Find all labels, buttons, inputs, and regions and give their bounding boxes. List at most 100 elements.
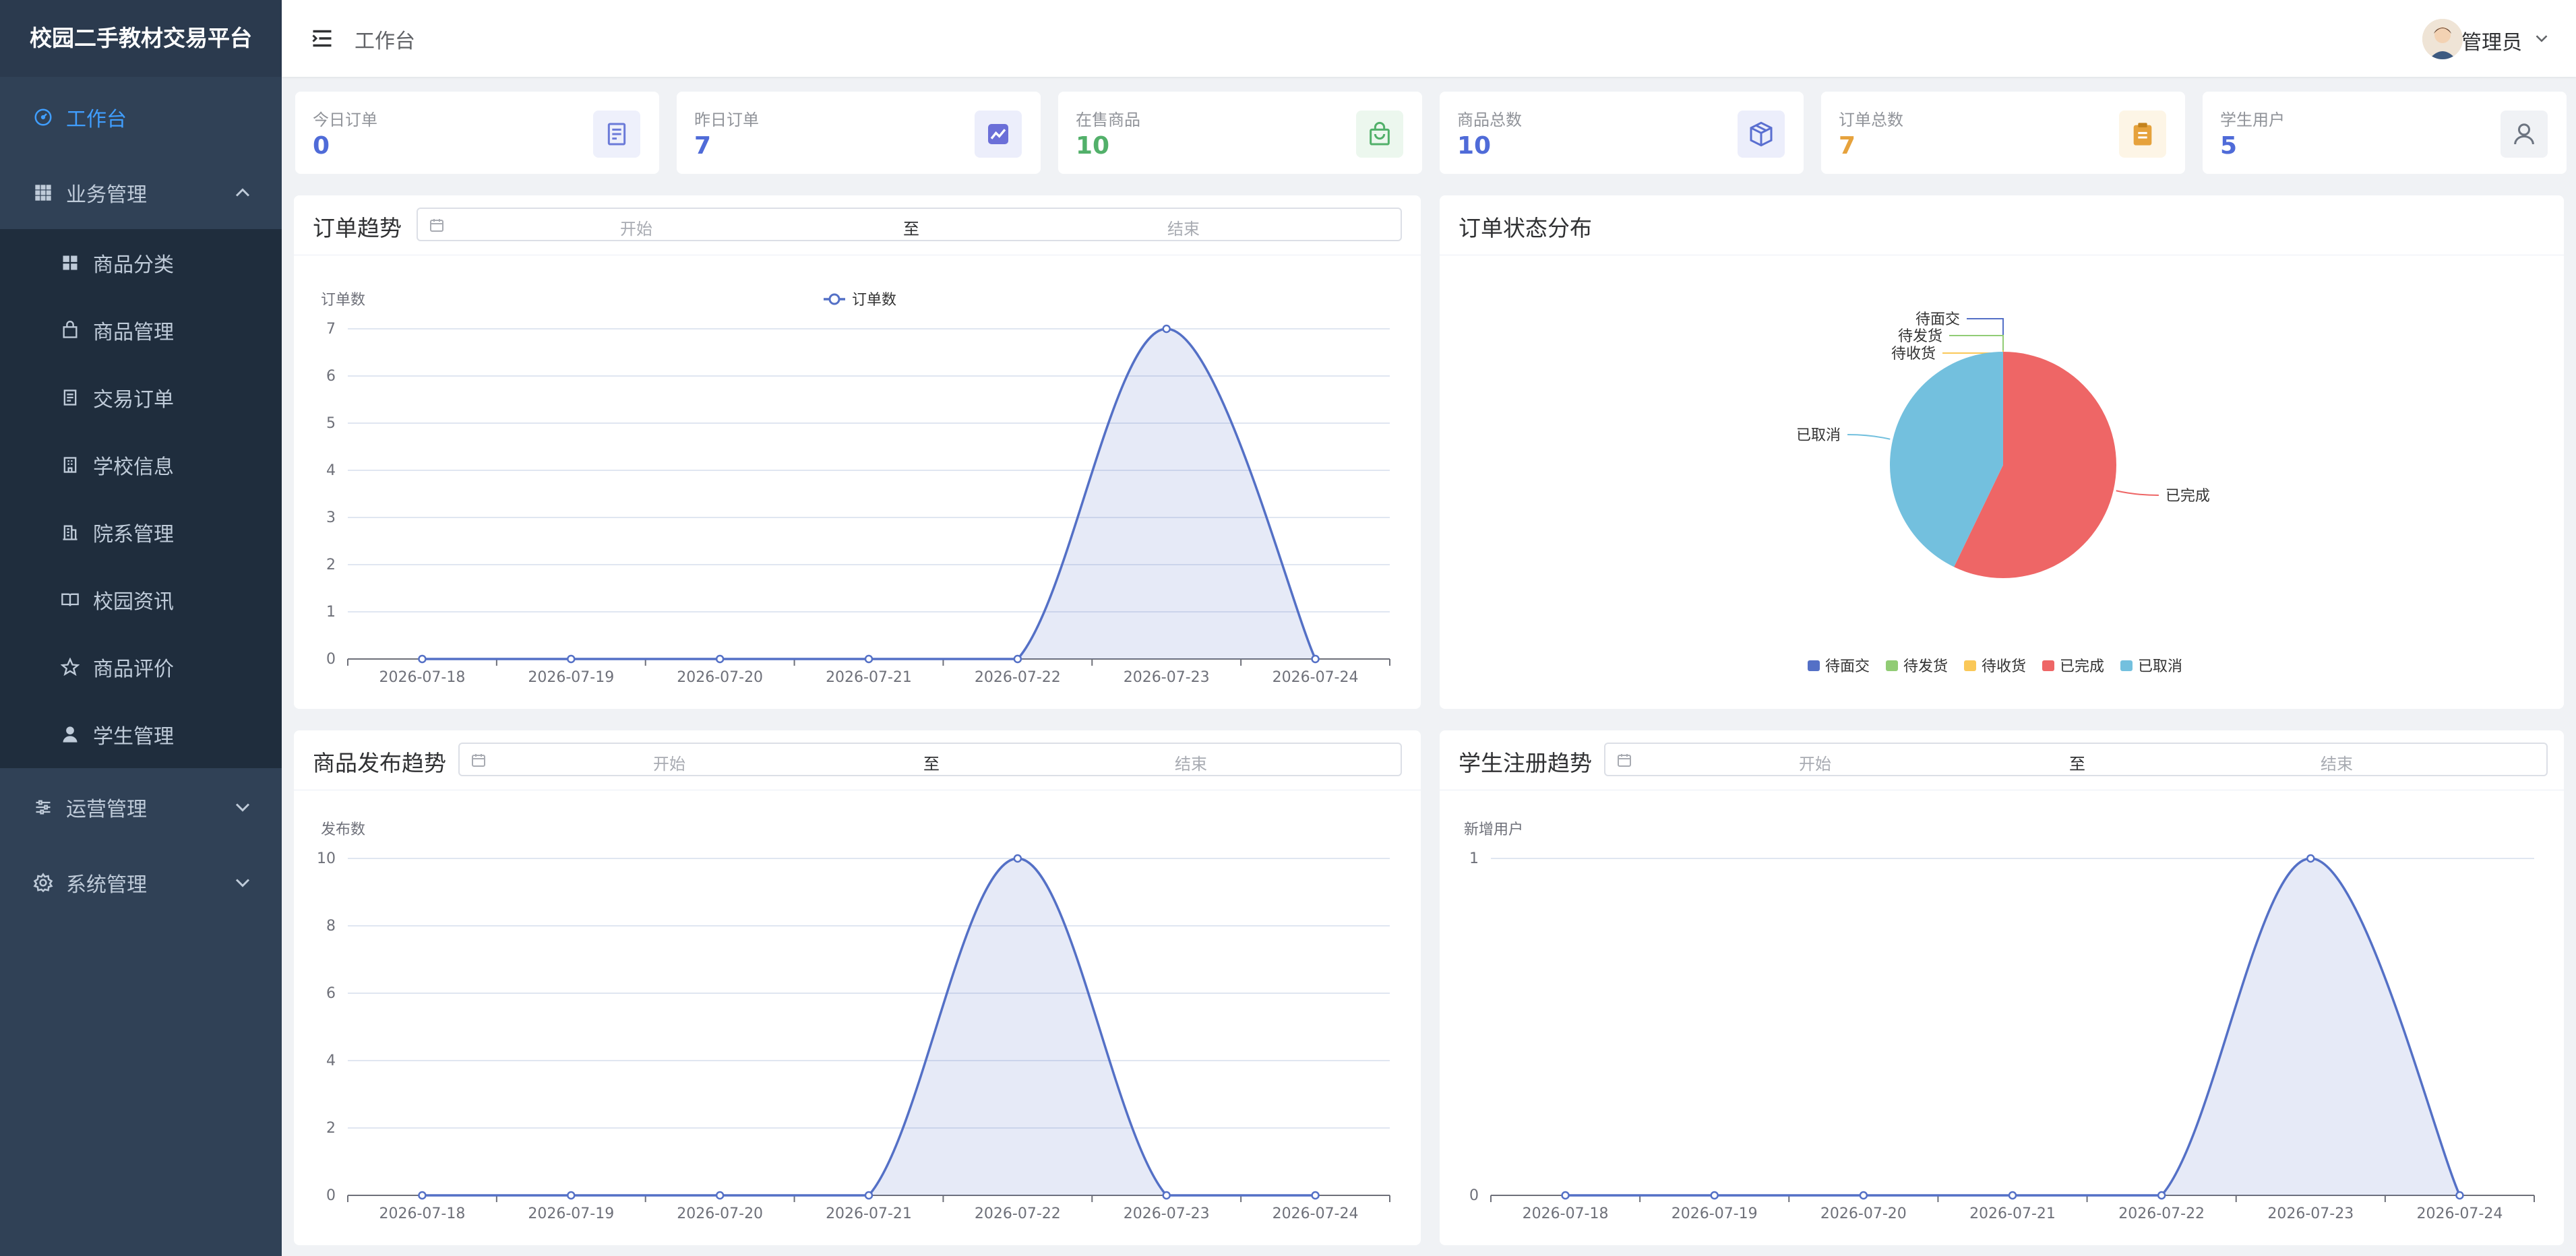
y-tick-label: 10 — [317, 850, 336, 867]
x-tick-label: 2026-07-20 — [677, 669, 763, 686]
chevron-up-icon — [235, 188, 250, 197]
book-icon — [58, 588, 82, 612]
y-axis-label: 新增用户 — [1464, 821, 1523, 838]
stat-label: 在售商品 — [1076, 111, 1140, 129]
sidebar-item-system[interactable]: 系统管理 — [0, 849, 282, 916]
x-tick-label: 2026-07-21 — [826, 669, 912, 686]
legend-label: 已完成 — [2060, 658, 2104, 675]
box-icon — [1738, 111, 1785, 158]
legend-label: 待面交 — [1825, 658, 1870, 675]
stat-card-today-orders: 今日订单 0 — [295, 92, 659, 174]
calendar-icon — [1618, 754, 1631, 767]
range-end-input[interactable]: 结束 — [2269, 751, 2404, 774]
pie-label: 待面交 — [1915, 311, 1960, 328]
stat-value: 5 — [2220, 132, 2238, 160]
data-point — [567, 1191, 576, 1200]
stat-value: 7 — [1839, 132, 1856, 160]
stat-value: 10 — [1457, 132, 1492, 160]
range-start-input[interactable]: 开始 — [569, 216, 704, 239]
sidebar-item-students[interactable]: 学生管理 — [0, 701, 282, 768]
legend-label: 已取消 — [2138, 658, 2182, 675]
stat-label: 订单总数 — [1839, 111, 1903, 129]
chevron-down-icon[interactable] — [2532, 28, 2552, 49]
series-line — [422, 857, 1316, 1197]
stat-card-total-products: 商品总数 10 — [1440, 92, 1804, 174]
top-header: 工作台 管理员 — [282, 0, 2576, 77]
x-tick-label: 2026-07-20 — [1820, 1205, 1907, 1222]
sidebar-item-schools[interactable]: 学校信息 — [0, 431, 282, 499]
data-point — [1859, 1191, 1868, 1200]
sidebar-item-orders[interactable]: 交易订单 — [0, 364, 282, 431]
avatar[interactable] — [2422, 19, 2463, 59]
legend-marker — [1886, 660, 1898, 671]
panel-header: 学生注册趋势 开始 至 结束 — [1440, 730, 2564, 790]
x-tick-label: 2026-07-24 — [1272, 1205, 1359, 1222]
sidebar-item-news[interactable]: 校园资讯 — [0, 566, 282, 633]
legend-marker — [2042, 660, 2054, 671]
sidebar-item-dashboard[interactable]: 工作台 — [0, 84, 282, 151]
calendar-icon — [430, 219, 443, 232]
user-name[interactable]: 管理员 — [2461, 26, 2522, 55]
x-tick-label: 2026-07-22 — [2118, 1205, 2205, 1222]
stat-label: 商品总数 — [1457, 111, 1522, 129]
stat-card-students: 学生用户 5 — [2203, 92, 2567, 174]
sidebar-item-label: 商品管理 — [93, 321, 174, 344]
bag-icon — [58, 318, 82, 342]
data-point — [1311, 1191, 1320, 1200]
pie-label: 已完成 — [2166, 488, 2210, 505]
panel-title: 订单趋势 — [313, 215, 402, 241]
series-area — [1565, 858, 2460, 1195]
sidebar-item-label: 系统管理 — [66, 873, 147, 897]
panel-header: 订单趋势 开始 至 结束 — [294, 195, 1421, 255]
y-axis-label: 订单数 — [321, 292, 365, 309]
series-area — [422, 329, 1316, 659]
range-start-input[interactable]: 开始 — [602, 751, 737, 774]
legend-marker — [1964, 660, 1976, 671]
trend-icon — [975, 111, 1022, 158]
date-range-picker[interactable]: 开始 至 结束 — [458, 743, 1402, 776]
sliders-icon — [31, 795, 55, 819]
sidebar-item-products[interactable]: 商品管理 — [0, 296, 282, 364]
sidebar-item-business[interactable]: 业务管理 — [0, 159, 282, 226]
data-point — [567, 654, 576, 664]
y-tick-label: 2 — [326, 557, 336, 573]
data-point — [1013, 654, 1022, 664]
sidebar-item-departments[interactable]: 院系管理 — [0, 499, 282, 566]
panel-product-trend: 商品发布趋势 开始 至 结束 发布数 0 2 4 6 8 10 2026-07-18 2026-… — [294, 730, 1421, 1245]
range-start-input[interactable]: 开始 — [1748, 751, 1882, 774]
pie-label-line — [1847, 434, 1891, 440]
y-tick-label: 5 — [326, 415, 336, 432]
breadcrumb[interactable]: 工作台 — [355, 24, 415, 54]
document-icon — [58, 385, 82, 410]
panel-title: 学生注册趋势 — [1459, 750, 1592, 776]
x-tick-label: 2026-07-19 — [528, 669, 614, 686]
y-tick-label: 6 — [326, 985, 336, 1002]
date-range-picker[interactable]: 开始 至 结束 — [1604, 743, 2548, 776]
pie-label: 待收货 — [1891, 346, 1936, 363]
sidebar-item-label: 工作台 — [66, 108, 127, 131]
sidebar-item-operations[interactable]: 运营管理 — [0, 774, 282, 841]
dashboard-icon — [31, 105, 55, 129]
range-end-input[interactable]: 结束 — [1116, 216, 1251, 239]
order-trend-chart: 订单数 0 1 2 3 4 5 6 7 2026-07-18 2026-07-19 2026-07-2… — [321, 292, 1390, 686]
panel-order-trend: 订单趋势 开始 至 结束 订单数 0 1 2 3 4 5 6 7 2026-07-18 2026-0… — [294, 195, 1421, 709]
sidebar-item-category[interactable]: 商品分类 — [0, 229, 282, 296]
product-trend-chart: 发布数 0 2 4 6 8 10 2026-07-18 2026-07-19 2026-07-20… — [317, 821, 1390, 1222]
chevron-down-icon — [235, 803, 250, 812]
data-point — [1162, 1191, 1171, 1200]
data-point — [1162, 324, 1171, 334]
data-point — [2157, 1191, 2166, 1200]
hamburger-icon[interactable] — [310, 26, 334, 51]
y-tick-label: 2 — [326, 1120, 336, 1137]
range-separator: 至 — [903, 220, 919, 239]
shopping-bag-icon — [1356, 111, 1403, 158]
data-point — [418, 654, 427, 664]
sidebar-item-label: 院系管理 — [93, 523, 174, 546]
sidebar-item-reviews[interactable]: 商品评价 — [0, 633, 282, 701]
range-end-input[interactable]: 结束 — [1124, 751, 1258, 774]
legend-marker — [828, 293, 840, 305]
panel-header: 订单状态分布 — [1440, 195, 2564, 255]
y-tick-label: 0 — [1469, 1187, 1479, 1204]
date-range-picker[interactable]: 开始 至 结束 — [417, 208, 1402, 241]
data-point — [1013, 854, 1022, 863]
